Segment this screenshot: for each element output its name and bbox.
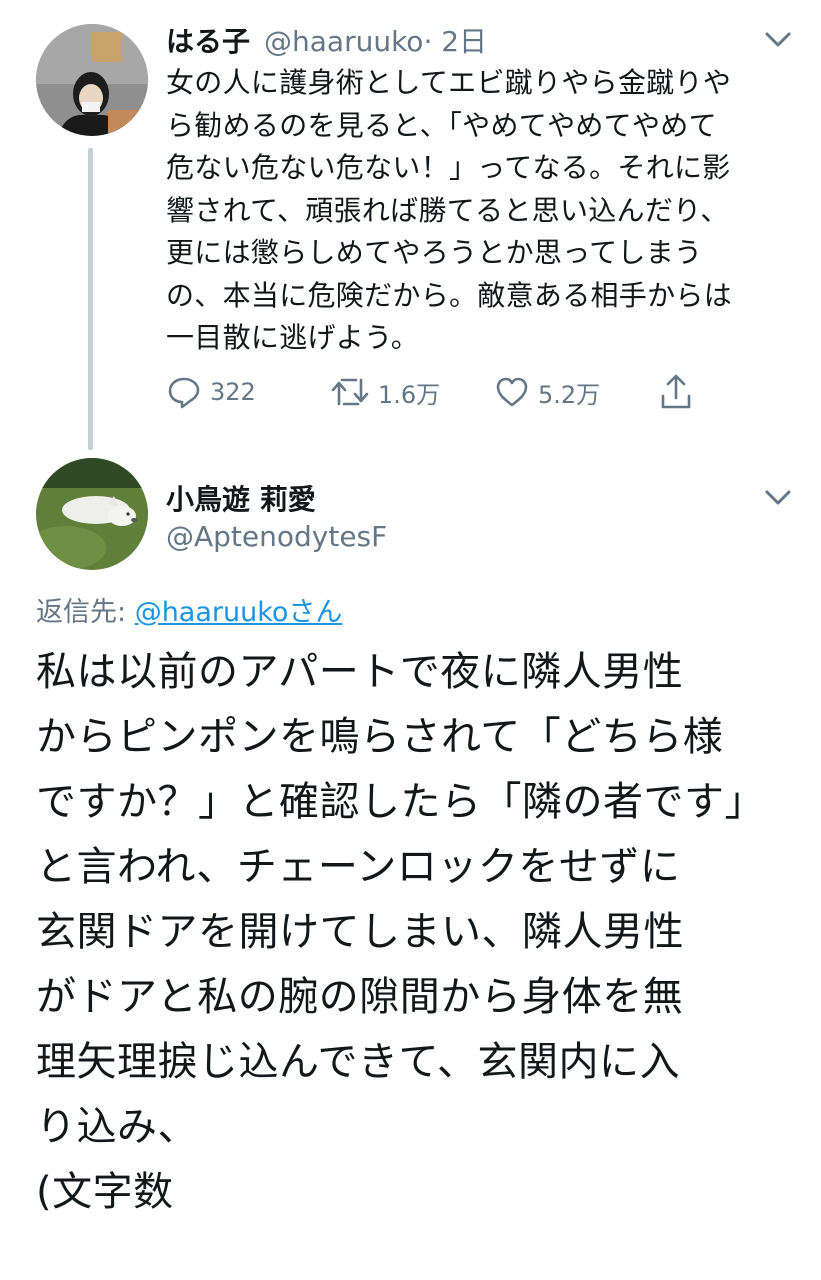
tweet-text: 私は以前のアパートで夜に隣人男性 からピンポンを鳴らされて「どちら様 ですか？」…	[36, 649, 765, 1215]
avatar-haaruuko[interactable]	[36, 24, 148, 136]
retweet-count: 1.6万	[378, 380, 441, 409]
reply-button[interactable]: 322	[166, 374, 256, 410]
thread-connector	[88, 148, 93, 450]
like-button[interactable]: 5.2万	[494, 374, 600, 410]
retweet-button[interactable]: 1.6万	[330, 374, 440, 410]
handle[interactable]: @AptenodytesF	[166, 520, 387, 553]
tweet-text: 女の人に護身術としてエビ蹴りやら金蹴りや ら勧めるのを見ると、「やめてやめてやめ…	[166, 66, 733, 354]
heart-icon	[496, 377, 528, 407]
reply-to-line: 返信先: @haaruukoさん	[36, 597, 343, 628]
like-count: 5.2万	[538, 380, 601, 409]
display-name[interactable]: はる子	[166, 20, 250, 60]
share-icon	[661, 374, 691, 409]
chevron-down-icon[interactable]	[764, 488, 792, 512]
reply-icon	[168, 377, 200, 409]
share-button[interactable]	[658, 372, 702, 412]
retweet-icon	[331, 378, 369, 406]
reply-count: 322	[210, 378, 256, 406]
tweet-actions: 322 1.6万 5.2万	[166, 372, 706, 416]
avatar-aptenodytesf[interactable]	[36, 458, 148, 570]
display-name[interactable]: 小鳥遊 莉愛	[166, 478, 316, 518]
reply-to-link[interactable]: @haaruukoさん	[135, 597, 343, 628]
tweet1-header: はる子 @haaruuko· 2日	[166, 20, 487, 60]
chevron-down-icon[interactable]	[764, 30, 792, 54]
handle[interactable]: @haaruuko· 2日	[264, 20, 487, 60]
